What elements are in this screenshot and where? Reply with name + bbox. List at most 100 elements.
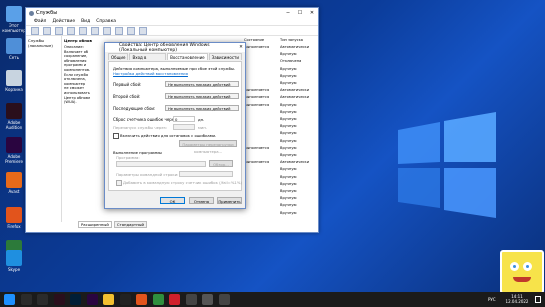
opera-icon[interactable]: [169, 294, 180, 305]
row-status[interactable]: Выполняется: [244, 103, 269, 107]
tab-general[interactable]: Общие: [108, 53, 129, 60]
row-startup-type[interactable]: Автоматически: [280, 95, 309, 99]
settings-icon[interactable]: [202, 294, 213, 305]
left-pane-item[interactable]: Службы (локальные): [26, 36, 61, 50]
row-startup-type[interactable]: Автоматически: [280, 160, 309, 164]
chrome-icon[interactable]: [152, 294, 164, 305]
browse-button[interactable]: Обзор...: [209, 160, 233, 167]
notification-icon[interactable]: [535, 296, 541, 303]
append-checkbox[interactable]: [116, 180, 122, 186]
row-startup-type[interactable]: Вручную: [280, 182, 297, 186]
dialog-titlebar[interactable]: Свойства: Центр обновления Windows (Лока…: [105, 43, 245, 53]
row-status[interactable]: Выполняется: [244, 88, 269, 92]
audition-icon[interactable]: [53, 294, 65, 305]
firefox-icon[interactable]: [136, 294, 147, 305]
restart-service-field[interactable]: [173, 124, 195, 130]
desktop-icon[interactable]: Adobe Premiere: [1, 137, 27, 164]
minimize-icon[interactable]: ─: [282, 10, 294, 16]
column-startup[interactable]: Тип запуска: [280, 38, 303, 42]
menu-help[interactable]: Справка: [96, 19, 116, 24]
row-startup-type[interactable]: Вручную: [280, 167, 297, 171]
subsequent-failure-select[interactable]: Не выполнять никаких действий: [165, 105, 239, 111]
reset-counter-field[interactable]: 0: [173, 116, 195, 122]
ok-button[interactable]: ОК: [160, 197, 185, 204]
dialog-close-icon[interactable]: ✕: [237, 45, 245, 50]
premiere-icon[interactable]: [86, 294, 98, 305]
cmd-params-field[interactable]: [179, 171, 233, 177]
show-hide-icon[interactable]: [55, 26, 63, 35]
pause-icon[interactable]: [127, 26, 135, 35]
row-startup-type[interactable]: Вручную: [280, 139, 297, 143]
spongebob-widget[interactable]: [500, 250, 544, 292]
stop-icon[interactable]: [115, 26, 123, 35]
desktop-icon[interactable]: Корзина: [1, 70, 27, 92]
row-startup-type[interactable]: Автоматически: [280, 88, 309, 92]
restart-icon[interactable]: [139, 26, 147, 35]
tray-lang[interactable]: РУС: [488, 297, 496, 302]
play-icon[interactable]: [103, 26, 111, 35]
desktop-icon[interactable]: Adobe Audition: [1, 103, 27, 130]
tab-logon[interactable]: Вход в систему: [129, 53, 167, 65]
column-status[interactable]: Состояние: [244, 38, 264, 42]
program-field[interactable]: [116, 161, 206, 167]
services-icon[interactable]: [218, 294, 230, 305]
file-explorer-icon[interactable]: [103, 294, 114, 305]
row-startup-type[interactable]: Вручную: [280, 67, 297, 71]
windows-start-icon[interactable]: [4, 294, 15, 305]
row-status[interactable]: Выполняется: [244, 95, 269, 99]
row-startup-type[interactable]: Вручную: [280, 124, 297, 128]
desktop-icon[interactable]: Этот компьютер: [1, 6, 27, 33]
row-startup-type[interactable]: Вручную: [280, 211, 297, 215]
row-startup-type[interactable]: Вручную: [280, 203, 297, 207]
tab-standard[interactable]: Стандартный: [113, 221, 148, 228]
row-startup-type[interactable]: Вручную: [280, 131, 297, 135]
refresh-icon[interactable]: [67, 26, 75, 35]
intro-link[interactable]: Настройка действий восстановления: [113, 71, 188, 76]
row-startup-type[interactable]: Вручную: [280, 146, 297, 150]
desktop-icon[interactable]: Skype: [1, 250, 27, 272]
row-startup-type[interactable]: Вручную: [280, 52, 297, 56]
clock[interactable]: 14:11 12.04.2022: [502, 294, 532, 304]
search-icon[interactable]: [20, 294, 32, 305]
restart-options-button[interactable]: Параметры перезагрузки компьютера...: [179, 140, 237, 154]
photoshop-icon[interactable]: [70, 294, 81, 305]
back-icon[interactable]: [31, 26, 39, 35]
store-icon[interactable]: [185, 294, 197, 305]
forward-icon[interactable]: [43, 26, 51, 35]
services-titlebar[interactable]: Службы ─ ☐ ✕: [26, 8, 318, 18]
row-startup-type[interactable]: Вручную: [280, 81, 297, 85]
menu-action[interactable]: Действие: [52, 19, 75, 24]
row-startup-type[interactable]: Вручную: [280, 103, 297, 107]
close-icon[interactable]: ✕: [306, 10, 318, 16]
row-status[interactable]: Выполняется: [244, 45, 269, 49]
row-startup-type[interactable]: Отключена: [280, 59, 301, 63]
cancel-button[interactable]: Отмена: [189, 197, 214, 204]
first-failure-select[interactable]: Не выполнять никаких действий: [165, 81, 239, 87]
row-startup-type[interactable]: Вручную: [280, 189, 297, 193]
desktop-icon[interactable]: Firefox: [1, 207, 27, 229]
export-icon[interactable]: [79, 26, 87, 35]
desktop-icon[interactable]: Avast: [1, 172, 27, 194]
enable-checkbox[interactable]: [113, 133, 119, 139]
row-status[interactable]: Выполняется: [244, 160, 269, 164]
row-startup-type[interactable]: Вручную: [280, 74, 297, 78]
left-pane[interactable]: Службы (локальные): [26, 36, 62, 222]
second-failure-select[interactable]: Не выполнять никаких действий: [165, 93, 239, 99]
row-startup-type[interactable]: Вручную: [280, 110, 297, 114]
row-startup-type[interactable]: Вручную: [280, 196, 297, 200]
maximize-icon[interactable]: ☐: [294, 10, 306, 16]
desktop-icon[interactable]: Сеть: [1, 38, 27, 60]
row-startup-type[interactable]: Вручную: [280, 117, 297, 121]
row-status[interactable]: Выполняется: [244, 146, 269, 150]
properties-dialog[interactable]: Свойства: Центр обновления Windows (Лока…: [104, 42, 246, 209]
menu-view[interactable]: Вид: [81, 19, 90, 24]
tab-extended[interactable]: Расширенный: [78, 221, 112, 228]
menu-file[interactable]: Файл: [34, 19, 46, 24]
help-icon[interactable]: [91, 26, 99, 35]
yandex-icon[interactable]: [119, 294, 131, 305]
row-startup-type[interactable]: Вручную: [280, 175, 297, 179]
tab-dependencies[interactable]: Зависимости: [208, 53, 242, 60]
task-view-icon[interactable]: [37, 294, 48, 305]
row-startup-type[interactable]: Автоматически: [280, 45, 309, 49]
row-startup-type[interactable]: Вручную: [280, 153, 297, 157]
